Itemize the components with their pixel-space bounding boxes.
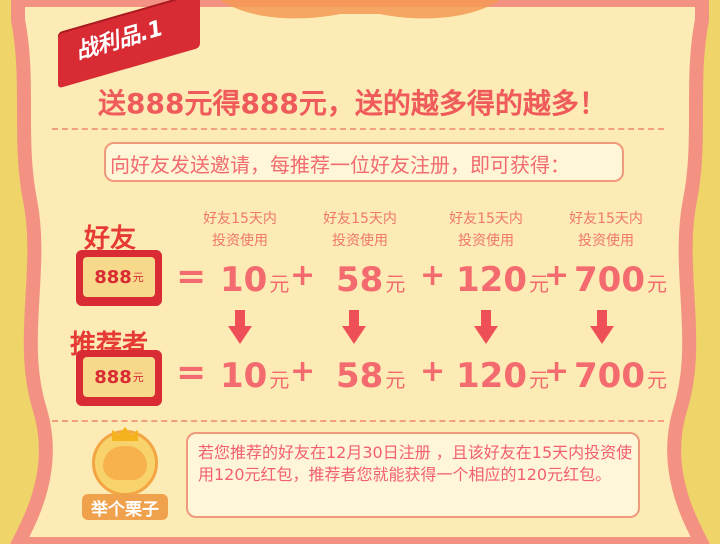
condition-label-2: 好友15天内 投资使用 <box>310 208 410 252</box>
condition-line: 好友15天内 <box>323 211 397 227</box>
value-unit: 元 <box>385 272 406 296</box>
plus-sign: + <box>544 258 570 293</box>
down-arrow-icon <box>474 310 498 344</box>
value-number: 120 <box>456 260 527 300</box>
friend-value-4: 700 元 <box>574 260 667 300</box>
down-arrow-icon <box>590 310 614 344</box>
equals-sign: = <box>176 256 207 297</box>
headline: 送888元得888元，送的越多得的越多！ <box>98 87 607 120</box>
condition-label-1: 好友15天内 投资使用 <box>190 208 290 252</box>
example-label: 举个栗子 <box>82 494 168 520</box>
down-arrow-icon <box>342 310 366 344</box>
condition-line: 投资使用 <box>212 233 268 249</box>
condition-line: 好友15天内 <box>203 211 277 227</box>
condition-label-3: 好友15天内 投资使用 <box>436 208 536 252</box>
condition-line: 投资使用 <box>332 233 388 249</box>
value-number: 10 <box>220 356 268 396</box>
value-unit: 元 <box>646 368 667 392</box>
friend-value-1: 10 元 <box>220 260 289 300</box>
plus-sign: + <box>290 354 316 389</box>
value-unit: 元 <box>646 272 667 296</box>
condition-label-4: 好友15天内 投资使用 <box>556 208 656 252</box>
promo-panel: 战利品.1 送888元得888元，送的越多得的越多！ 向好友发送邀请，每推荐一位… <box>0 0 720 544</box>
plus-sign: + <box>420 354 446 389</box>
plus-sign: + <box>290 258 316 293</box>
value-number: 58 <box>336 356 384 396</box>
value-number: 120 <box>456 356 527 396</box>
value-unit: 元 <box>385 368 406 392</box>
referrer-value-4: 700 元 <box>574 356 667 396</box>
referrer-value-2: 58 元 <box>336 356 405 396</box>
invite-text: 向好友发送邀请，每推荐一位好友注册，即可获得： <box>110 153 570 177</box>
plus-sign: + <box>544 354 570 389</box>
value-unit: 元 <box>269 368 290 392</box>
friend-values-row: = 10 元 + 58 元 + 120 元 + 700 元 <box>0 256 720 300</box>
dashed-divider <box>52 128 664 130</box>
friend-value-3: 120 元 <box>456 260 549 300</box>
referrer-values-row: = 10 元 + 58 元 + 120 元 + 700 元 <box>0 352 720 396</box>
condition-line: 好友15天内 <box>569 211 643 227</box>
dashed-divider <box>52 420 664 422</box>
equals-sign: = <box>176 352 207 393</box>
condition-line: 投资使用 <box>578 233 634 249</box>
plus-sign: + <box>420 258 446 293</box>
condition-line: 投资使用 <box>458 233 514 249</box>
referrer-value-1: 10 元 <box>220 356 289 396</box>
friend-value-2: 58 元 <box>336 260 405 300</box>
value-number: 700 <box>574 260 645 300</box>
example-text: 若您推荐的好友在12月30日注册 ，且该好友在15天内投资使用120元红包，推荐… <box>198 443 633 484</box>
mascot-face <box>103 446 147 480</box>
value-unit: 元 <box>269 272 290 296</box>
condition-line: 好友15天内 <box>449 211 523 227</box>
down-arrow-icon <box>228 310 252 344</box>
value-number: 700 <box>574 356 645 396</box>
referrer-value-3: 120 元 <box>456 356 549 396</box>
value-number: 58 <box>336 260 384 300</box>
value-number: 10 <box>220 260 268 300</box>
